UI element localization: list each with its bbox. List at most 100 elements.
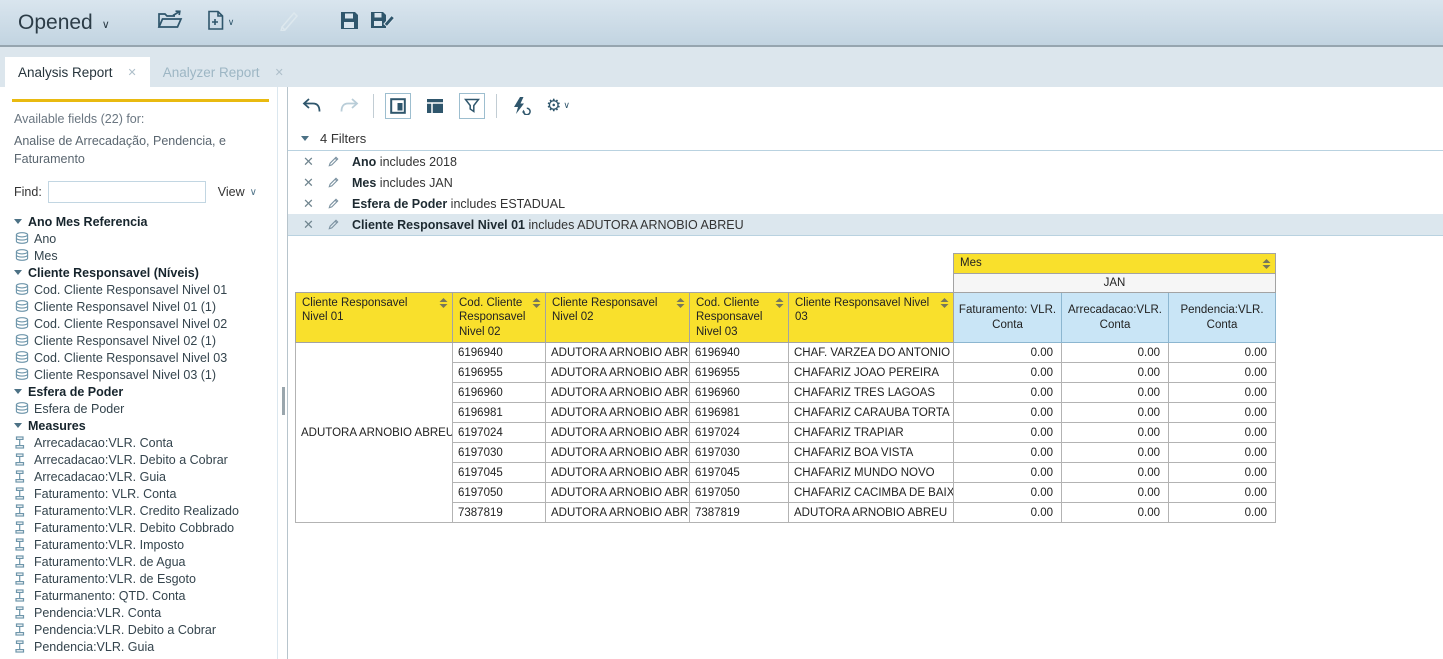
- value-cell[interactable]: 0.00: [1169, 343, 1276, 363]
- member-cell[interactable]: 6197050: [453, 483, 546, 503]
- member-cell[interactable]: 7387819: [453, 503, 546, 523]
- level1-member-cell[interactable]: ADUTORA ARNOBIO ABREU: [296, 343, 453, 523]
- member-cell[interactable]: 6196940: [453, 343, 546, 363]
- value-cell[interactable]: 0.00: [954, 363, 1062, 383]
- value-cell[interactable]: 0.00: [954, 503, 1062, 523]
- member-cell[interactable]: ADUTORA ARNOBIO ABREU: [546, 443, 690, 463]
- value-cell[interactable]: 0.00: [1169, 483, 1276, 503]
- filter-row[interactable]: ✕Esfera de Poder includes ESTADUAL: [288, 193, 1443, 214]
- row-dimension-header[interactable]: Cliente Responsavel Nivel 01: [296, 293, 453, 343]
- sort-icon[interactable]: [532, 298, 541, 312]
- undo-button[interactable]: [299, 93, 325, 119]
- member-cell[interactable]: 6197030: [453, 443, 546, 463]
- member-cell[interactable]: 6197024: [453, 423, 546, 443]
- member-cell[interactable]: CHAFARIZ BOA VISTA: [789, 443, 954, 463]
- value-cell[interactable]: 0.00: [1062, 343, 1169, 363]
- value-cell[interactable]: 0.00: [954, 483, 1062, 503]
- value-cell[interactable]: 0.00: [1169, 503, 1276, 523]
- value-cell[interactable]: 0.00: [1169, 383, 1276, 403]
- field-item[interactable]: Faturamento:VLR. Credito Realizado: [14, 502, 265, 519]
- member-cell[interactable]: ADUTORA ARNOBIO ABREU: [546, 503, 690, 523]
- field-item[interactable]: Cliente Responsavel Nivel 01 (1): [14, 298, 265, 315]
- member-cell[interactable]: 6197045: [453, 463, 546, 483]
- value-cell[interactable]: 0.00: [1062, 403, 1169, 423]
- member-cell[interactable]: 6196955: [690, 363, 789, 383]
- row-dimension-header[interactable]: Cod. Cliente Responsavel Nivel 02: [453, 293, 546, 343]
- field-item[interactable]: Pendencia:VLR. Conta: [14, 604, 265, 621]
- filter-row[interactable]: ✕Mes includes JAN: [288, 172, 1443, 193]
- member-cell[interactable]: ADUTORA ARNOBIO ABREU: [546, 403, 690, 423]
- value-cell[interactable]: 0.00: [1169, 363, 1276, 383]
- field-group-header[interactable]: Esfera de Poder: [14, 383, 265, 400]
- close-icon[interactable]: ✕: [275, 66, 284, 79]
- value-cell[interactable]: 0.00: [1169, 443, 1276, 463]
- member-cell[interactable]: ADUTORA ARNOBIO ABREU: [546, 343, 690, 363]
- field-item[interactable]: Arrecadacao:VLR. Debito a Cobrar: [14, 451, 265, 468]
- sort-icon[interactable]: [676, 298, 685, 312]
- edit-button-disabled[interactable]: [276, 9, 300, 36]
- member-cell[interactable]: 6196960: [453, 383, 546, 403]
- member-cell[interactable]: ADUTORA ARNOBIO ABREU: [546, 423, 690, 443]
- save-button[interactable]: [340, 11, 359, 35]
- member-cell[interactable]: 6197045: [690, 463, 789, 483]
- member-cell[interactable]: CHAF. VARZEA DO ANTONIO: [789, 343, 954, 363]
- member-cell[interactable]: ADUTORA ARNOBIO ABREU: [546, 383, 690, 403]
- value-cell[interactable]: 0.00: [954, 463, 1062, 483]
- value-cell[interactable]: 0.00: [1062, 383, 1169, 403]
- member-cell[interactable]: 6197030: [690, 443, 789, 463]
- field-item[interactable]: Faturmanento: QTD. Conta: [14, 587, 265, 604]
- field-item[interactable]: Pendencia:VLR. Debito a Cobrar: [14, 621, 265, 638]
- filters-header[interactable]: 4 Filters: [288, 127, 1443, 150]
- value-cell[interactable]: 0.00: [954, 403, 1062, 423]
- auto-refresh-button[interactable]: [508, 93, 534, 119]
- member-cell[interactable]: CHAFARIZ TRAPIAR: [789, 423, 954, 443]
- open-folder-button[interactable]: [157, 10, 183, 35]
- value-cell[interactable]: 0.00: [1062, 423, 1169, 443]
- field-item[interactable]: Esfera de Poder: [14, 400, 265, 417]
- filter-row[interactable]: ✕Ano includes 2018: [288, 151, 1443, 172]
- field-item[interactable]: Arrecadacao:VLR. Conta: [14, 434, 265, 451]
- value-cell[interactable]: 0.00: [954, 383, 1062, 403]
- value-cell[interactable]: 0.00: [954, 343, 1062, 363]
- member-cell[interactable]: 6197050: [690, 483, 789, 503]
- value-cell[interactable]: 0.00: [1062, 443, 1169, 463]
- filter-row[interactable]: ✕Cliente Responsavel Nivel 01 includes A…: [288, 214, 1443, 235]
- field-item[interactable]: Cod. Cliente Responsavel Nivel 02: [14, 315, 265, 332]
- field-item[interactable]: Faturamento:VLR. Debito Cobbrado: [14, 519, 265, 536]
- member-cell[interactable]: 6196960: [690, 383, 789, 403]
- redo-button[interactable]: [336, 93, 362, 119]
- save-as-button[interactable]: [370, 10, 396, 35]
- member-cell[interactable]: CHAFARIZ TRES LAGOAS: [789, 383, 954, 403]
- field-item[interactable]: Faturamento:VLR. de Esgoto: [14, 570, 265, 587]
- field-group-header[interactable]: Measures: [14, 417, 265, 434]
- value-cell[interactable]: 0.00: [1169, 403, 1276, 423]
- field-item[interactable]: Faturamento: VLR. Conta: [14, 485, 265, 502]
- row-dimension-header[interactable]: Cliente Responsavel Nivel 02: [546, 293, 690, 343]
- member-cell[interactable]: CHAFARIZ JOAO PEREIRA: [789, 363, 954, 383]
- measure-header[interactable]: Faturamento: VLR. Conta: [954, 293, 1062, 343]
- value-cell[interactable]: 0.00: [1062, 363, 1169, 383]
- field-item[interactable]: Cliente Responsavel Nivel 02 (1): [14, 332, 265, 349]
- close-icon[interactable]: ✕: [128, 66, 137, 79]
- opened-menu-button[interactable]: Opened ∨: [18, 11, 110, 35]
- field-item[interactable]: Mes: [14, 247, 265, 264]
- edit-filter-icon[interactable]: [327, 155, 340, 168]
- measure-header[interactable]: Pendencia:VLR. Conta: [1169, 293, 1276, 343]
- field-item[interactable]: Cod. Cliente Responsavel Nivel 03: [14, 349, 265, 366]
- sort-icon[interactable]: [940, 298, 949, 312]
- sort-icon[interactable]: [439, 298, 448, 312]
- member-cell[interactable]: CHAFARIZ MUNDO NOVO: [789, 463, 954, 483]
- member-cell[interactable]: ADUTORA ARNOBIO ABREU: [789, 503, 954, 523]
- value-cell[interactable]: 0.00: [1062, 463, 1169, 483]
- toggle-layout-panel-button[interactable]: [422, 93, 448, 119]
- settings-button[interactable]: ⚙ ∨: [545, 93, 571, 119]
- member-cell[interactable]: ADUTORA ARNOBIO ABREU: [546, 483, 690, 503]
- view-menu-button[interactable]: View ∨: [218, 185, 257, 199]
- edit-filter-icon[interactable]: [327, 176, 340, 189]
- edit-filter-icon[interactable]: [327, 218, 340, 231]
- value-cell[interactable]: 0.00: [1169, 463, 1276, 483]
- col-member-cell[interactable]: JAN: [954, 274, 1276, 293]
- member-cell[interactable]: 6196981: [453, 403, 546, 423]
- member-cell[interactable]: 6196981: [690, 403, 789, 423]
- new-analysis-button[interactable]: ∨: [207, 10, 235, 36]
